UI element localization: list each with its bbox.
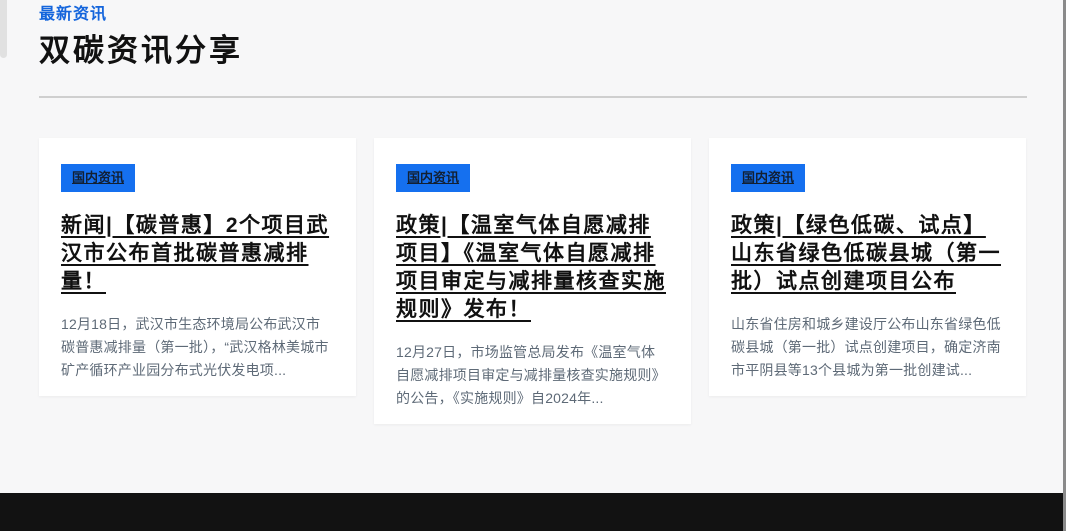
article-title-link[interactable]: 政策|【绿色低碳、试点】山东省绿色低碳县城（第一批）试点创建项目公布 <box>731 212 1004 296</box>
category-badge[interactable]: 国内资讯 <box>396 164 470 192</box>
category-badge-label: 国内资讯 <box>72 170 124 185</box>
category-badge-label: 国内资讯 <box>407 170 459 185</box>
article-excerpt: 山东省住房和城乡建设厅公布山东省绿色低碳县城（第一批）试点创建项目，确定济南市平… <box>731 313 1004 382</box>
news-card: 国内资讯 政策|【绿色低碳、试点】山东省绿色低碳县城（第一批）试点创建项目公布 … <box>709 138 1026 396</box>
news-section: 最新资讯 双碳资讯分享 国内资讯 新闻|【碳普惠】2个项目武汉市公布首批碳普惠减… <box>39 5 1027 424</box>
category-badge[interactable]: 国内资讯 <box>61 164 135 192</box>
news-card: 国内资讯 新闻|【碳普惠】2个项目武汉市公布首批碳普惠减排量！ 12月18日，武… <box>39 138 356 396</box>
category-badge[interactable]: 国内资讯 <box>731 164 805 192</box>
news-card-list: 国内资讯 新闻|【碳普惠】2个项目武汉市公布首批碳普惠减排量！ 12月18日，武… <box>39 138 1027 424</box>
section-divider <box>39 96 1027 98</box>
page-title: 双碳资讯分享 <box>39 31 1027 71</box>
page-footer <box>0 493 1066 531</box>
article-excerpt: 12月18日，武汉市生态环境局公布武汉市碳普惠减排量（第一批），“武汉格林美城市… <box>61 313 334 382</box>
category-badge-label: 国内资讯 <box>742 170 794 185</box>
article-title-link[interactable]: 新闻|【碳普惠】2个项目武汉市公布首批碳普惠减排量！ <box>61 212 334 296</box>
scrollbar-thumb[interactable] <box>0 0 7 58</box>
article-title-link[interactable]: 政策|【温室气体自愿减排项目】《温室气体自愿减排项目审定与减排量核查实施规则》发… <box>396 212 669 324</box>
article-excerpt: 12月27日，市场监管总局发布《温室气体自愿减排项目审定与减排量核查实施规则》的… <box>396 341 669 410</box>
section-eyebrow-link[interactable]: 最新资讯 <box>39 5 1027 25</box>
news-card: 国内资讯 政策|【温室气体自愿减排项目】《温室气体自愿减排项目审定与减排量核查实… <box>374 138 691 424</box>
